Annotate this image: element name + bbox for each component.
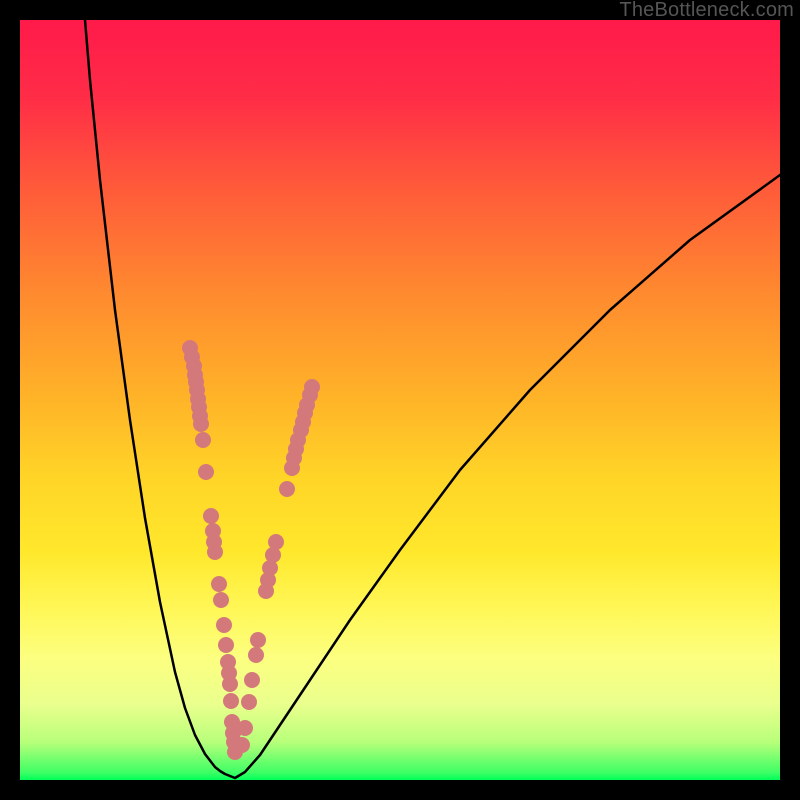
- data-point: [211, 576, 227, 592]
- data-point: [250, 632, 266, 648]
- data-point: [234, 737, 250, 753]
- data-point: [213, 592, 229, 608]
- data-point: [244, 672, 260, 688]
- data-point: [268, 534, 284, 550]
- data-point: [248, 647, 264, 663]
- data-point: [198, 464, 214, 480]
- data-point: [304, 379, 320, 395]
- data-point: [216, 617, 232, 633]
- data-point: [218, 637, 234, 653]
- watermark-text: TheBottleneck.com: [619, 0, 794, 22]
- data-point: [223, 693, 239, 709]
- data-point: [207, 544, 223, 560]
- data-point: [279, 481, 295, 497]
- plot-area: [20, 20, 780, 780]
- data-point: [195, 432, 211, 448]
- data-point: [237, 720, 253, 736]
- data-point: [203, 508, 219, 524]
- data-point: [241, 694, 257, 710]
- bottleneck-curve: [85, 20, 780, 778]
- data-point: [193, 416, 209, 432]
- data-point: [222, 676, 238, 692]
- curve-overlay: [20, 20, 780, 780]
- chart-canvas: TheBottleneck.com: [0, 0, 800, 800]
